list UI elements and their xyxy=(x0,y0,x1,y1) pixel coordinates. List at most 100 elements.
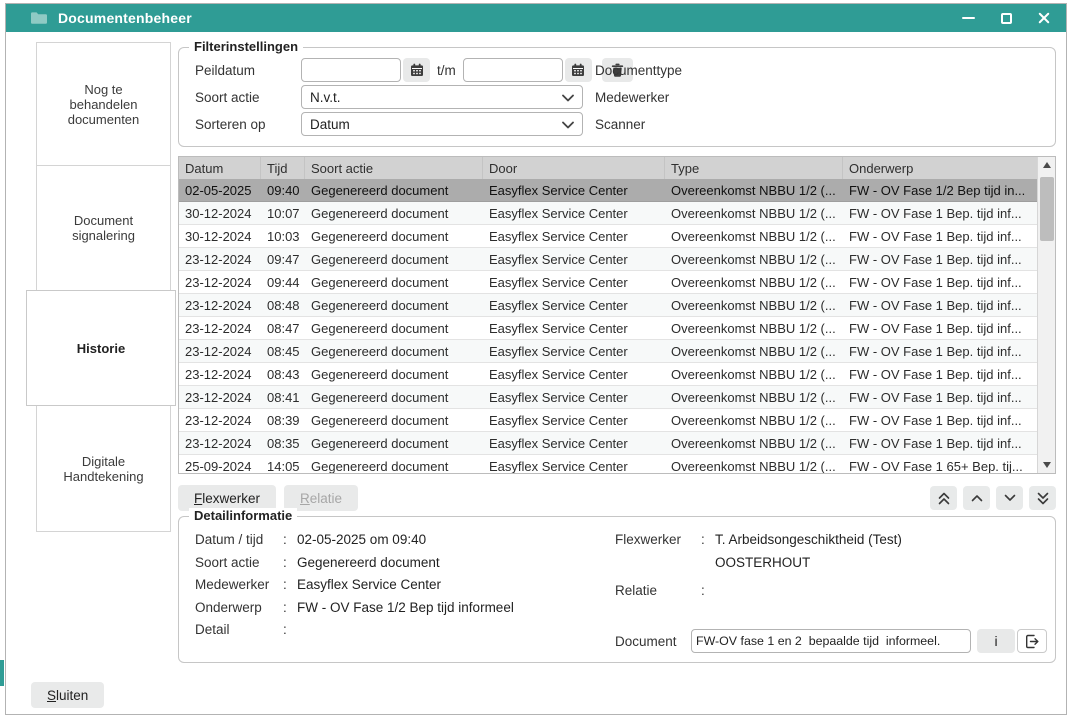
column-header-door[interactable]: Door xyxy=(483,157,665,179)
cell-datum: 23-12-2024 xyxy=(179,409,261,431)
cell-door: Easyflex Service Center xyxy=(483,386,665,408)
scrollbar-thumb[interactable] xyxy=(1040,177,1054,241)
document-field: Document i xyxy=(615,629,1047,653)
filter-groupbox: Filterinstellingen Peildatum xyxy=(178,47,1056,147)
cell-tijd: 08:41 xyxy=(261,386,305,408)
table-row[interactable]: 23-12-202408:48Gegenereerd documentEasyf… xyxy=(179,294,1037,317)
close-button[interactable] xyxy=(1036,10,1052,26)
detail-value: 02-05-2025 om 09:40 xyxy=(297,529,426,552)
maximize-button[interactable] xyxy=(998,10,1014,26)
last-record-button[interactable] xyxy=(1029,486,1056,510)
column-header-type[interactable]: Type xyxy=(665,157,843,179)
cell-soort_actie: Gegenereerd document xyxy=(305,363,483,385)
sidebar-tab-digitale-handtekening[interactable]: Digitale Handtekening xyxy=(36,405,171,532)
calendar-from-button[interactable] xyxy=(403,58,430,82)
double-chevron-down-icon xyxy=(1037,492,1049,505)
export-document-icon xyxy=(1024,634,1040,649)
flexwerker-value-line2: OOSTERHOUT xyxy=(715,552,810,575)
table-row[interactable]: 02-05-202509:40Gegenereerd documentEasyf… xyxy=(179,179,1037,202)
details-right: Flexwerker : T. Arbeidsongeschiktheid (T… xyxy=(615,529,1045,603)
table-row[interactable]: 23-12-202409:47Gegenereerd documentEasyf… xyxy=(179,248,1037,271)
cell-type: Overeenkomst NBBU 1/2 (... xyxy=(665,363,843,385)
cell-datum: 23-12-2024 xyxy=(179,340,261,362)
colon: : xyxy=(283,619,297,642)
peildatum-from-input[interactable] xyxy=(301,58,401,82)
table-row[interactable]: 23-12-202408:47Gegenereerd documentEasyf… xyxy=(179,317,1037,340)
minimize-button[interactable] xyxy=(960,10,976,26)
table-row[interactable]: 23-12-202408:45Gegenereerd documentEasyf… xyxy=(179,340,1037,363)
cell-datum: 23-12-2024 xyxy=(179,363,261,385)
sorteren-op-select[interactable]: Datum xyxy=(301,112,583,136)
table-row[interactable]: 25-09-202414:05Gegenereerd documentEasyf… xyxy=(179,455,1037,473)
cell-door: Easyflex Service Center xyxy=(483,248,665,270)
tm-label: t/m xyxy=(437,63,456,78)
calendar-to-button[interactable] xyxy=(565,58,592,82)
record-navigation xyxy=(930,486,1056,510)
detail-label: Datum / tijd xyxy=(195,529,283,552)
cell-onderwerp: FW - OV Fase 1 Bep. tijd inf... xyxy=(843,294,1037,316)
detail-value: FW - OV Fase 1/2 Bep tijd informeel xyxy=(297,597,514,620)
table-main: DatumTijdSoort actieDoorTypeOnderwerp 02… xyxy=(179,157,1037,473)
cell-soort_actie: Gegenereerd document xyxy=(305,225,483,247)
peildatum-to-input[interactable] xyxy=(463,58,563,82)
table-header: DatumTijdSoort actieDoorTypeOnderwerp xyxy=(179,157,1037,179)
sidebar-tab-label: Digitale Handtekening xyxy=(49,454,158,484)
colon: : xyxy=(283,552,297,575)
column-header-tijd[interactable]: Tijd xyxy=(261,157,305,179)
cell-datum: 23-12-2024 xyxy=(179,432,261,454)
table-row[interactable]: 30-12-202410:07Gegenereerd documentEasyf… xyxy=(179,202,1037,225)
cell-soort_actie: Gegenereerd document xyxy=(305,179,483,201)
document-export-button[interactable] xyxy=(1017,629,1047,653)
colon: : xyxy=(283,597,297,620)
cell-type: Overeenkomst NBBU 1/2 (... xyxy=(665,225,843,247)
cell-door: Easyflex Service Center xyxy=(483,271,665,293)
table-row[interactable]: 23-12-202408:43Gegenereerd documentEasyf… xyxy=(179,363,1037,386)
colon: : xyxy=(701,529,715,552)
previous-record-button[interactable] xyxy=(963,486,990,510)
cell-type: Overeenkomst NBBU 1/2 (... xyxy=(665,294,843,316)
table-row[interactable]: 23-12-202408:39Gegenereerd documentEasyf… xyxy=(179,409,1037,432)
cell-door: Easyflex Service Center xyxy=(483,363,665,385)
cell-door: Easyflex Service Center xyxy=(483,225,665,247)
table-row[interactable]: 23-12-202409:44Gegenereerd documentEasyf… xyxy=(179,271,1037,294)
document-label: Document xyxy=(615,634,691,649)
table-row[interactable]: 23-12-202408:41Gegenereerd documentEasyf… xyxy=(179,386,1037,409)
document-input[interactable] xyxy=(691,629,971,653)
scrollbar[interactable] xyxy=(1037,157,1055,473)
cell-door: Easyflex Service Center xyxy=(483,340,665,362)
table-row[interactable]: 23-12-202408:35Gegenereerd documentEasyf… xyxy=(179,432,1037,455)
cell-datum: 02-05-2025 xyxy=(179,179,261,201)
cell-soort_actie: Gegenereerd document xyxy=(305,409,483,431)
triangle-down-icon xyxy=(1043,462,1051,468)
cell-soort_actie: Gegenereerd document xyxy=(305,294,483,316)
next-record-button[interactable] xyxy=(996,486,1023,510)
window-controls xyxy=(960,10,1052,26)
column-header-datum[interactable]: Datum xyxy=(179,157,261,179)
soort-actie-select[interactable]: N.v.t. xyxy=(301,85,583,109)
documenttype-label: Documenttype xyxy=(595,63,701,78)
chevron-up-icon xyxy=(971,494,983,502)
sidebar-tab-nog-te-behandelen-documenten[interactable]: Nog te behandelen documenten xyxy=(36,42,171,166)
column-header-onderwerp[interactable]: Onderwerp xyxy=(843,157,1037,179)
flexwerker-button-label: Flexwerker xyxy=(194,491,260,506)
scroll-up-button[interactable] xyxy=(1038,157,1056,173)
first-record-button[interactable] xyxy=(930,486,957,510)
cell-tijd: 09:44 xyxy=(261,271,305,293)
scroll-down-button[interactable] xyxy=(1038,457,1056,473)
cell-type: Overeenkomst NBBU 1/2 (... xyxy=(665,455,843,473)
document-info-button[interactable]: i xyxy=(977,629,1015,653)
scrollbar-track[interactable] xyxy=(1038,173,1056,457)
cell-tijd: 08:43 xyxy=(261,363,305,385)
flexwerker-label: Flexwerker xyxy=(615,529,701,552)
scanner-label: Scanner xyxy=(595,117,701,132)
chevron-down-icon xyxy=(1004,494,1016,502)
cell-onderwerp: FW - OV Fase 1 Bep. tijd inf... xyxy=(843,248,1037,270)
column-header-soort-actie[interactable]: Soort actie xyxy=(305,157,483,179)
table-row[interactable]: 30-12-202410:03Gegenereerd documentEasyf… xyxy=(179,225,1037,248)
action-row: Flexwerker Relatie xyxy=(178,484,1056,512)
flexwerker-field: Flexwerker : T. Arbeidsongeschiktheid (T… xyxy=(615,529,1045,552)
sidebar-tab-document-signalering[interactable]: Document signalering xyxy=(36,165,171,291)
sluiten-button[interactable]: Sluiten xyxy=(31,682,104,708)
cell-door: Easyflex Service Center xyxy=(483,202,665,224)
sidebar-tab-historie[interactable]: Historie xyxy=(26,290,176,406)
